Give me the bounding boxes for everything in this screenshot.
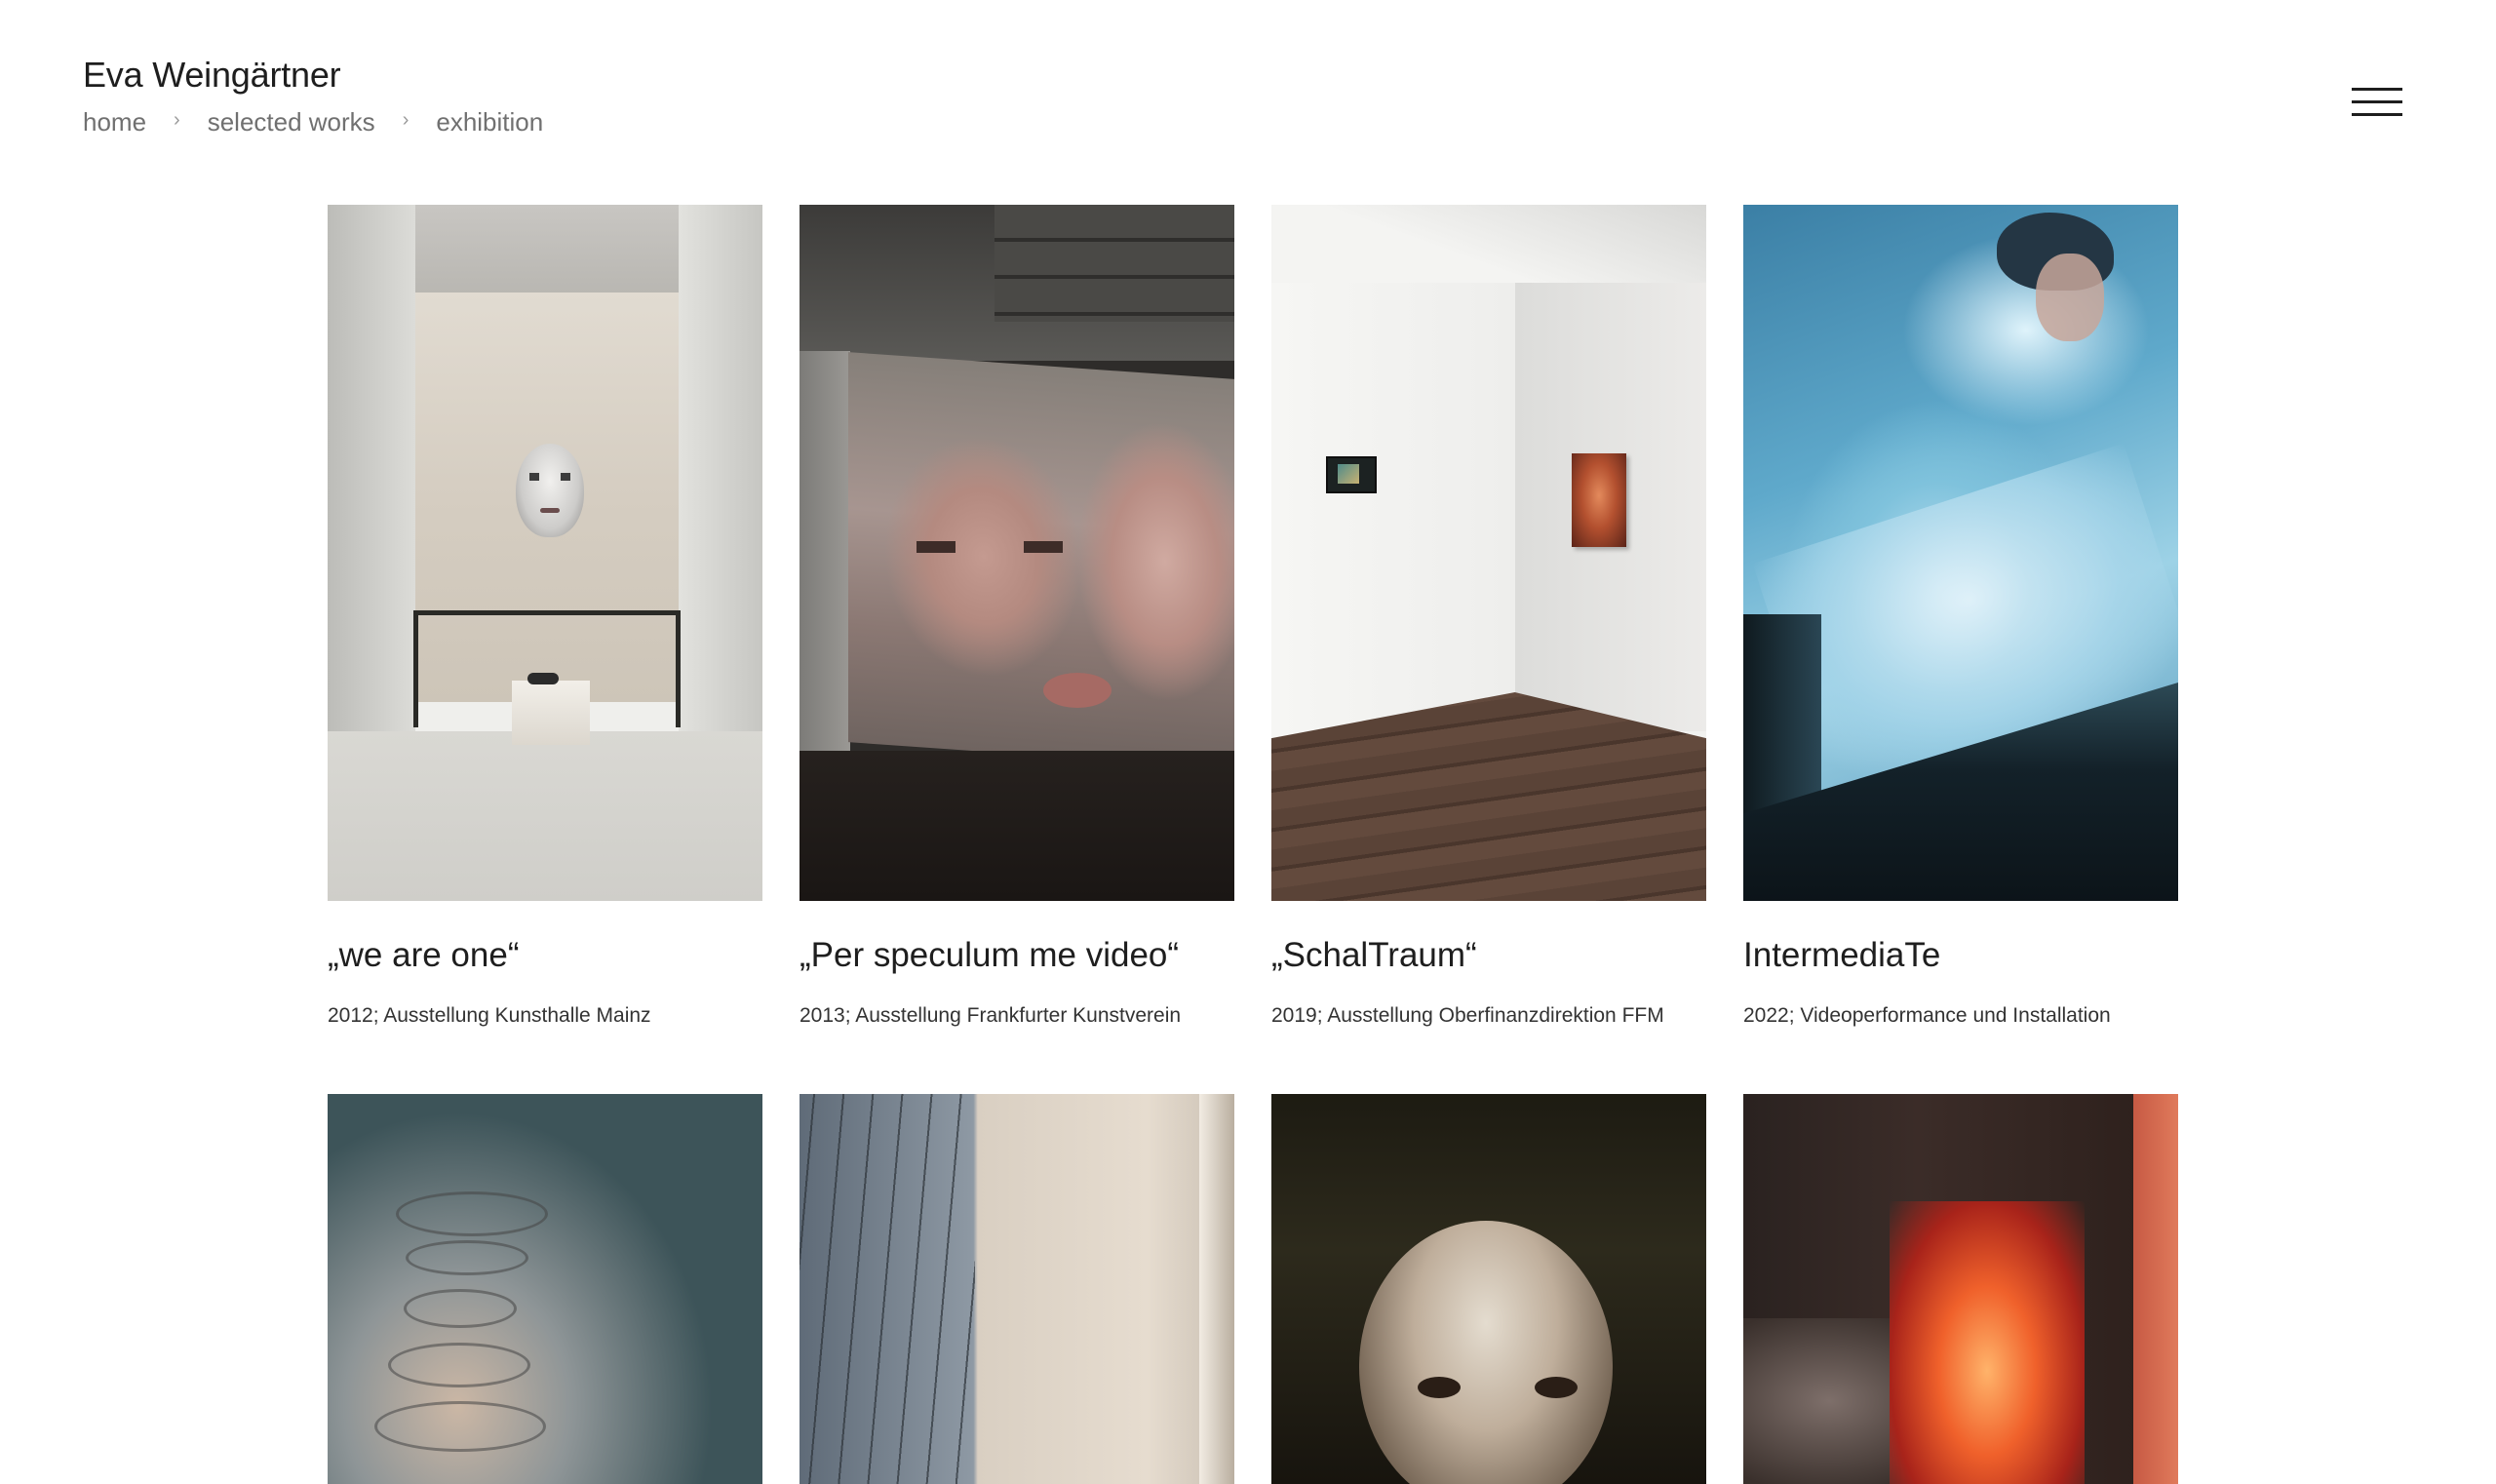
work-image[interactable] [328, 1094, 762, 1484]
work-card-intermediate[interactable]: IntermediaTe 2022; Videoperformance und … [1743, 205, 2178, 1030]
site-title[interactable]: Eva Weingärtner [83, 51, 543, 99]
work-title[interactable]: „Per speculum me video“ [800, 934, 1234, 977]
work-card-we-are-one[interactable]: „we are one“ 2012; Ausstellung Kunsthall… [328, 205, 762, 1030]
work-card-per-speculum[interactable]: „Per speculum me video“ 2013; Ausstellun… [800, 205, 1234, 1030]
image-detail [1043, 673, 1112, 708]
work-card-row2-1[interactable] [328, 1094, 762, 1484]
image-detail [328, 731, 762, 901]
breadcrumb-home[interactable]: home [83, 107, 146, 137]
image-detail [800, 751, 1234, 901]
image-detail [413, 610, 681, 630]
image-detail [374, 1401, 546, 1452]
menu-bar [2352, 88, 2402, 91]
image-detail [516, 444, 584, 537]
image-detail [1271, 205, 1706, 283]
work-image[interactable] [1271, 1094, 1706, 1484]
image-detail [1271, 205, 1515, 751]
work-card-row2-4[interactable] [1743, 1094, 2178, 1484]
work-meta: 2019; Ausstellung Oberfinanzdirektion FF… [1271, 1004, 1664, 1027]
image-detail [848, 352, 1234, 769]
work-title[interactable]: IntermediaTe [1743, 934, 2178, 977]
work-image[interactable] [1271, 205, 1706, 901]
work-image[interactable] [1743, 1094, 2178, 1484]
image-detail [413, 610, 418, 727]
image-detail [676, 610, 681, 727]
chevron-right-icon: › [402, 109, 410, 131]
work-image[interactable] [1743, 205, 2178, 901]
works-grid: „we are one“ 2012; Ausstellung Kunsthall… [328, 205, 2180, 1484]
work-image[interactable] [800, 1094, 1234, 1484]
image-detail [396, 1191, 548, 1236]
work-title[interactable]: „we are one“ [328, 934, 762, 977]
image-detail [916, 541, 1063, 553]
work-card-row2-2[interactable] [800, 1094, 1234, 1484]
image-detail [2133, 1094, 2178, 1484]
image-detail [1199, 1094, 1234, 1484]
image-detail [404, 1289, 517, 1328]
menu-bar [2352, 100, 2402, 103]
breadcrumb: home › selected works › exhibition [83, 107, 543, 137]
work-image[interactable] [800, 205, 1234, 901]
image-detail [994, 205, 1234, 322]
image-detail [1326, 456, 1377, 493]
image-detail [1418, 1377, 1461, 1398]
work-meta: 2013; Ausstellung Frankfurter Kunstverei… [800, 1004, 1182, 1027]
work-card-schaltraum[interactable]: „SchalTraum“ 2019; Ausstellung Oberfinan… [1271, 205, 1706, 1030]
work-meta: 2012; Ausstellung Kunsthalle Mainz [328, 1004, 651, 1027]
image-detail [388, 1343, 530, 1387]
image-detail [1535, 1377, 1578, 1398]
chevron-right-icon: › [174, 109, 180, 131]
menu-bar [2352, 113, 2402, 116]
image-detail [2036, 254, 2104, 341]
image-detail [800, 351, 850, 770]
breadcrumb-exhibition[interactable]: exhibition [436, 107, 543, 137]
hamburger-menu-icon[interactable] [2352, 82, 2402, 121]
site-header: Eva Weingärtner home › selected works › … [83, 51, 543, 137]
breadcrumb-selected-works[interactable]: selected works [208, 107, 375, 137]
work-image[interactable] [328, 205, 762, 901]
image-detail [512, 681, 590, 745]
work-title[interactable]: „SchalTraum“ [1271, 934, 1706, 977]
image-detail [1359, 1221, 1613, 1484]
image-detail [800, 1094, 975, 1484]
image-detail [406, 1240, 528, 1275]
image-detail [1890, 1201, 2085, 1484]
image-detail [527, 673, 559, 684]
work-meta: 2022; Videoperformance und Installation [1743, 1004, 2111, 1027]
work-card-row2-3[interactable] [1271, 1094, 1706, 1484]
image-detail [1572, 453, 1626, 547]
